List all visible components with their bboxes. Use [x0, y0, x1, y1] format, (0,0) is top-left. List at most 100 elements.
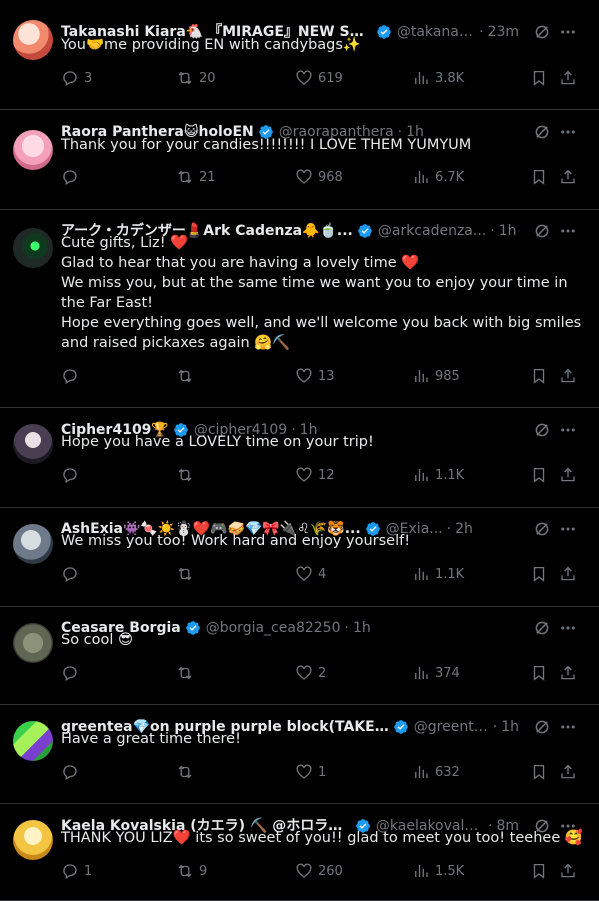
- bookmark-icon: [533, 764, 545, 780]
- repost-count: 9: [199, 863, 208, 879]
- post-4[interactable]: Cipher4109🏆 @cipher4109 · 1h Hope you ha…: [0, 408, 599, 508]
- like-button[interactable]: 12: [295, 465, 335, 485]
- views-chart-icon: [415, 72, 428, 84]
- like-button[interactable]: 619: [295, 68, 343, 88]
- repost-count: 21: [199, 169, 216, 185]
- views-chart-icon: [415, 568, 428, 580]
- share-button[interactable]: [559, 663, 582, 683]
- post-8[interactable]: Kaela Kovalskia (カエラ) ⛏️ @ホロライブID @kaela…: [0, 804, 599, 901]
- repost-button[interactable]: [176, 366, 199, 386]
- reply-button[interactable]: [61, 465, 84, 485]
- share-button[interactable]: [559, 366, 582, 386]
- like-button[interactable]: 968: [295, 167, 343, 187]
- share-button[interactable]: [559, 68, 582, 88]
- post-text: THANK YOU LIZ❤️ its so sweet of you!! gl…: [61, 828, 591, 848]
- views-count: 6.7K: [435, 169, 465, 185]
- views-button[interactable]: 1.5K: [412, 861, 464, 881]
- views-chart-icon: [415, 766, 428, 778]
- repost-button[interactable]: 21: [176, 167, 216, 187]
- repost-button[interactable]: [176, 564, 199, 584]
- share-button[interactable]: [559, 762, 582, 782]
- like-button[interactable]: 260: [295, 861, 343, 881]
- reply-button[interactable]: [61, 366, 84, 386]
- like-button[interactable]: 4: [295, 564, 326, 584]
- bookmark-button[interactable]: [530, 861, 553, 881]
- reply-icon: [63, 468, 77, 483]
- heart-icon: [296, 169, 312, 184]
- views-button[interactable]: 1.1K: [412, 465, 464, 485]
- share-icon: [561, 467, 575, 482]
- post-1[interactable]: Takanashi Kiara🐔 『MIRAGE』NEW SON... @tak…: [0, 0, 599, 110]
- views-chart-icon: [415, 865, 428, 877]
- views-count: 1.1K: [435, 467, 465, 483]
- views-button[interactable]: 374: [412, 663, 460, 683]
- post-7[interactable]: greentea💎on purple purple block(TAKE 2 L…: [0, 705, 599, 804]
- avatar[interactable]: [13, 20, 53, 60]
- reply-button[interactable]: [61, 167, 84, 187]
- post-3[interactable]: アーク・カデンザー💄Ark Cadenza🐥🍵... @arkcadenza..…: [0, 210, 599, 408]
- views-button[interactable]: 632: [412, 762, 460, 782]
- bookmark-button[interactable]: [530, 663, 553, 683]
- post-5[interactable]: AshExia👾🍬☀️☃️❤️🎮🥪💎🎀🔌♌🌾🐯... @Exia... · 2h…: [0, 508, 599, 607]
- views-button[interactable]: 985: [412, 366, 460, 386]
- share-icon: [561, 169, 575, 184]
- share-button[interactable]: [559, 465, 582, 485]
- share-button[interactable]: [559, 861, 582, 881]
- repost-icon: [178, 468, 192, 482]
- post-actions: 4 1.1K: [61, 564, 585, 584]
- reply-feed: Takanashi Kiara🐔 『MIRAGE』NEW SON... @tak…: [0, 0, 599, 901]
- share-button[interactable]: [559, 564, 582, 584]
- views-count: 1.1K: [435, 566, 465, 582]
- reply-button[interactable]: [61, 663, 84, 683]
- share-button[interactable]: [559, 167, 582, 187]
- post-2[interactable]: Raora Panthera😺holoEN @raorapanthera · 1…: [0, 110, 599, 210]
- repost-icon: [178, 666, 192, 680]
- post-text: Have a great time there!: [61, 729, 591, 749]
- repost-button[interactable]: [176, 663, 199, 683]
- views-button[interactable]: 6.7K: [412, 167, 464, 187]
- reply-button[interactable]: [61, 762, 84, 782]
- avatar[interactable]: [13, 130, 53, 170]
- views-chart-icon: [415, 370, 428, 382]
- avatar[interactable]: [13, 721, 53, 761]
- bookmark-button[interactable]: [530, 366, 553, 386]
- views-button[interactable]: 3.8K: [412, 68, 464, 88]
- bookmark-button[interactable]: [530, 167, 553, 187]
- heart-icon: [296, 566, 312, 581]
- bookmark-button[interactable]: [530, 762, 553, 782]
- views-count: 3.8K: [435, 70, 465, 86]
- repost-icon: [178, 71, 192, 85]
- views-button[interactable]: 1.1K: [412, 564, 464, 584]
- repost-button[interactable]: [176, 465, 199, 485]
- bookmark-icon: [533, 665, 545, 681]
- bookmark-button[interactable]: [530, 68, 553, 88]
- avatar[interactable]: [13, 524, 53, 564]
- post-6[interactable]: Ceasare Borgia @borgia_cea82250 · 1h So …: [0, 607, 599, 705]
- avatar[interactable]: [13, 820, 53, 860]
- bookmark-button[interactable]: [530, 465, 553, 485]
- reply-button[interactable]: 1: [61, 861, 92, 881]
- repost-button[interactable]: 20: [176, 68, 216, 88]
- post-text-line: Hope everything goes well, and we'll wel…: [61, 315, 582, 351]
- post-text-line: Cute gifts, Liz! ❤️: [61, 235, 189, 251]
- reply-icon: [63, 369, 77, 384]
- repost-button[interactable]: [176, 762, 199, 782]
- avatar[interactable]: [13, 623, 53, 663]
- post-text-line: We miss you, but at the same time we wan…: [61, 275, 568, 311]
- post-actions: 21 968 6.7K: [61, 167, 585, 187]
- like-button[interactable]: 13: [295, 366, 335, 386]
- like-button[interactable]: 2: [295, 663, 326, 683]
- avatar[interactable]: [13, 228, 53, 268]
- like-button[interactable]: 1: [295, 762, 326, 782]
- repost-button[interactable]: 9: [176, 861, 207, 881]
- heart-icon: [296, 368, 312, 383]
- post-text-line: Have a great time there!: [61, 731, 241, 747]
- bookmark-button[interactable]: [530, 564, 553, 584]
- views-count: 985: [435, 368, 460, 384]
- bookmark-icon: [533, 70, 545, 86]
- bookmark-icon: [533, 467, 545, 483]
- avatar[interactable]: [13, 424, 53, 464]
- reply-button[interactable]: 3: [61, 68, 92, 88]
- post-actions: 1 632: [61, 762, 585, 782]
- reply-button[interactable]: [61, 564, 84, 584]
